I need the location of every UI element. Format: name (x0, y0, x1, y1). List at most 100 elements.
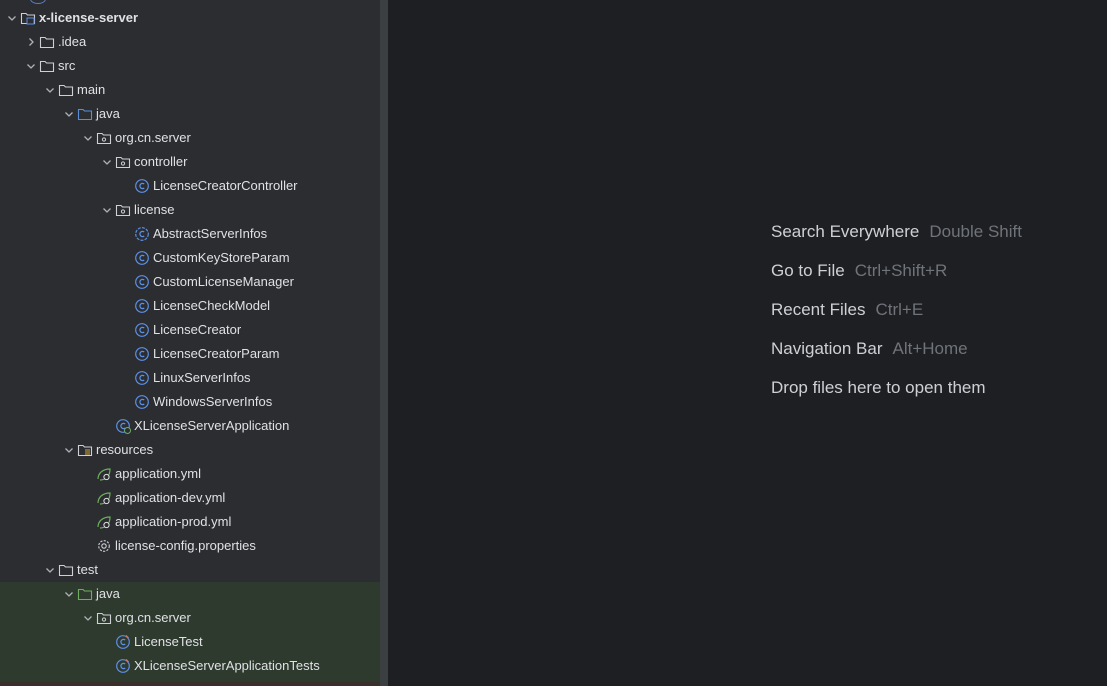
source-folder-icon (77, 106, 93, 122)
class-icon (134, 250, 150, 266)
chevron-down-icon[interactable] (99, 154, 115, 170)
tree-item-label: LicenseTest (134, 634, 203, 649)
hint-action: Drop files here to open them (771, 378, 986, 397)
chevron-down-icon[interactable] (4, 10, 20, 26)
spring-config-icon (96, 466, 112, 482)
hint-shortcut: Alt+Home (892, 339, 968, 358)
tree-item-label: resources (96, 442, 154, 457)
tree-row[interactable]: XLicenseServerApplication (0, 414, 380, 438)
class-icon (134, 322, 150, 338)
folder-icon (39, 58, 55, 74)
tree-row[interactable]: LicenseTest (0, 630, 380, 654)
chevron-down-icon[interactable] (61, 586, 77, 602)
class-icon (134, 394, 150, 410)
tree-row[interactable]: org.cn.server (0, 606, 380, 630)
chevron-down-icon[interactable] (99, 202, 115, 218)
tree-item-label: org.cn.server (115, 130, 191, 145)
tree-row[interactable]: application-dev.yml (0, 486, 380, 510)
chevron-down-icon[interactable] (80, 130, 96, 146)
tree-item-label: application.yml (115, 466, 201, 481)
tree-row[interactable]: x-license-server (0, 6, 380, 30)
tree-row[interactable]: .idea (0, 30, 380, 54)
tree-item-label: LicenseCreator (153, 322, 242, 337)
hint-shortcut: Ctrl+E (875, 300, 924, 319)
chevron-right-icon[interactable] (23, 34, 39, 50)
tree-row[interactable]: test (0, 558, 380, 582)
tree-row[interactable]: LicenseCreatorParam (0, 342, 380, 366)
tree-row[interactable]: application-prod.yml (0, 510, 380, 534)
hint-action: Go to File (771, 261, 845, 280)
tree-row[interactable]: license-config.properties (0, 534, 380, 558)
hint-shortcut: Ctrl+Shift+R (854, 261, 948, 280)
class-icon (134, 346, 150, 362)
tree-item-label: LicenseCheckModel (153, 298, 271, 313)
tree-row[interactable]: controller (0, 150, 380, 174)
package-icon (96, 130, 112, 146)
chevron-down-icon[interactable] (61, 442, 77, 458)
tree-item-label: XLicenseServerApplicationTests (134, 658, 320, 673)
tree-row[interactable]: src (0, 54, 380, 78)
chevron-down-icon[interactable] (42, 82, 58, 98)
tree-row[interactable]: LinuxServerInfos (0, 366, 380, 390)
tree-item-label: license-config.properties (115, 538, 256, 553)
tree-row[interactable]: LicenseCreatorController (0, 174, 380, 198)
tree-item-label: LicenseCreatorController (153, 178, 298, 193)
project-tree: x-license-server .idea src main java org.cn.s… (0, 6, 380, 678)
tree-row[interactable]: org.cn.server (0, 126, 380, 150)
tree-row[interactable]: java (0, 582, 380, 606)
project-tree-panel[interactable]: x-license-server .idea src main java org.cn.s… (0, 0, 380, 686)
class-icon (134, 370, 150, 386)
abstract-class-icon (134, 226, 150, 242)
test-class-icon (115, 658, 131, 674)
partial-item-above (30, 0, 46, 4)
editor-hint: Go to File Ctrl+Shift+R (771, 258, 1022, 297)
tree-item-label: .idea (58, 34, 87, 49)
tree-row[interactable]: CustomLicenseManager (0, 270, 380, 294)
panel-splitter[interactable] (380, 0, 388, 686)
spring-boot-class-icon (115, 418, 131, 434)
tree-row[interactable]: LicenseCheckModel (0, 294, 380, 318)
hint-action: Recent Files (771, 300, 866, 319)
tree-row[interactable]: main (0, 78, 380, 102)
tree-row[interactable]: WindowsServerInfos (0, 390, 380, 414)
module-folder-icon (20, 10, 36, 26)
folder-icon (58, 82, 74, 98)
tree-item-label: CustomKeyStoreParam (153, 250, 290, 265)
tree-row[interactable]: CustomKeyStoreParam (0, 246, 380, 270)
tree-row[interactable]: application.yml (0, 462, 380, 486)
chevron-down-icon[interactable] (61, 106, 77, 122)
tree-row[interactable]: LicenseCreator (0, 318, 380, 342)
tree-row[interactable]: XLicenseServerApplicationTests (0, 654, 380, 678)
editor-hint: Search Everywhere Double Shift (771, 219, 1022, 258)
editor-hints: Search Everywhere Double Shift Go to File C… (771, 219, 1022, 414)
tree-row[interactable]: license (0, 198, 380, 222)
spring-config-icon (96, 490, 112, 506)
tree-row[interactable]: AbstractServerInfos (0, 222, 380, 246)
editor-hint: Navigation Bar Alt+Home (771, 336, 1022, 375)
partial-item-below (0, 682, 380, 686)
editor-hint: Recent Files Ctrl+E (771, 297, 1022, 336)
tree-item-label: application-prod.yml (115, 514, 232, 529)
chevron-down-icon[interactable] (80, 610, 96, 626)
tree-row[interactable]: java (0, 102, 380, 126)
tree-item-label: CustomLicenseManager (153, 274, 294, 289)
hint-action: Search Everywhere (771, 222, 920, 241)
package-icon (115, 154, 131, 170)
class-icon (134, 178, 150, 194)
chevron-down-icon[interactable] (42, 562, 58, 578)
tree-row[interactable]: resources (0, 438, 380, 462)
chevron-down-icon[interactable] (23, 58, 39, 74)
tree-item-label: AbstractServerInfos (153, 226, 268, 241)
hint-action: Navigation Bar (771, 339, 883, 358)
tree-item-label: main (77, 82, 106, 97)
tree-item-label: XLicenseServerApplication (134, 418, 290, 433)
tree-item-label: LinuxServerInfos (153, 370, 251, 385)
